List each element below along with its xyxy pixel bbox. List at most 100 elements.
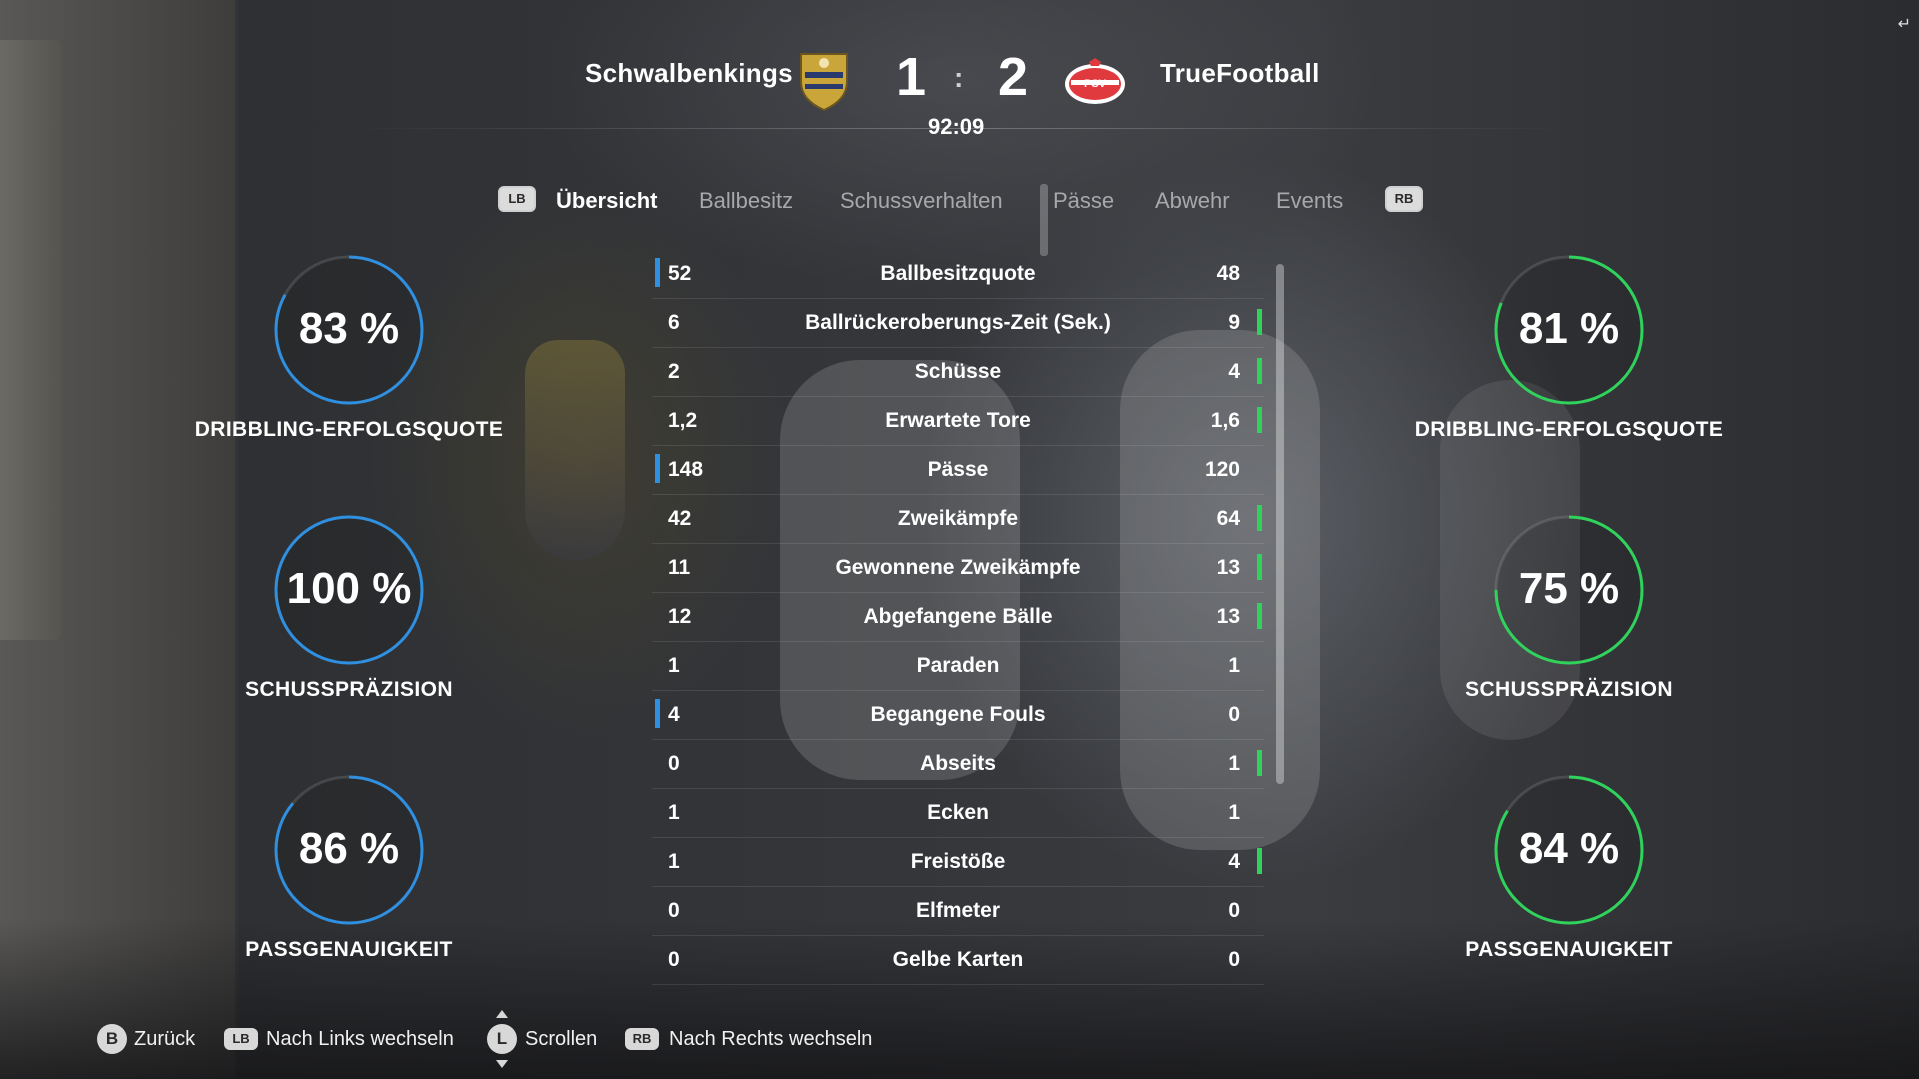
ring-label: SCHUSSPRÄZISION bbox=[1465, 678, 1673, 701]
home-score: 1 bbox=[896, 47, 927, 107]
away-stat-value: 0 bbox=[1228, 899, 1240, 922]
tab-events[interactable]: Events bbox=[1276, 188, 1343, 214]
away-stat-value: 9 bbox=[1228, 311, 1240, 334]
away-stat-value: 0 bbox=[1228, 703, 1240, 726]
stat-row: 1,2 Erwartete Tore 1,6 bbox=[652, 397, 1264, 446]
percentage-ring: 100 % bbox=[271, 512, 427, 668]
tab-schussverhalten[interactable]: Schussverhalten bbox=[840, 188, 1003, 214]
stat-row: 1 Paraden 1 bbox=[652, 642, 1264, 691]
away-leader-bar bbox=[1257, 603, 1262, 629]
stat-row: 4 Begangene Fouls 0 bbox=[652, 691, 1264, 740]
score-separator: : bbox=[954, 62, 964, 93]
lb-button-icon[interactable]: LB bbox=[224, 1028, 258, 1050]
switch-left-hint-label[interactable]: Nach Links wechseln bbox=[266, 1028, 454, 1051]
ring-label: PASSGENAUIGKEIT bbox=[245, 938, 453, 961]
away-leader-bar bbox=[1257, 848, 1262, 874]
ring-percentage: 83 % bbox=[298, 304, 400, 353]
ring-percentage: 75 % bbox=[1518, 564, 1620, 613]
stat-row: 6 Ballrückeroberungs-Zeit (Sek.) 9 bbox=[652, 299, 1264, 348]
away-stat-value: 48 bbox=[1216, 262, 1240, 285]
away-stat-value: 13 bbox=[1216, 605, 1240, 628]
stat-row: 148 Pässe 120 bbox=[652, 446, 1264, 495]
header-divider bbox=[345, 128, 1575, 129]
ring-label: PASSGENAUIGKEIT bbox=[1465, 938, 1673, 961]
stat-row: 52 Ballbesitzquote 48 bbox=[652, 250, 1264, 299]
scroll-hint-label[interactable]: Scrollen bbox=[525, 1028, 597, 1051]
left-stick-icon[interactable]: L bbox=[487, 1024, 517, 1054]
stat-label: Paraden bbox=[916, 654, 1000, 677]
b-button-icon[interactable]: B bbox=[97, 1024, 127, 1054]
away-leader-bar bbox=[1257, 554, 1262, 580]
away-team-name: TrueFootball bbox=[1160, 58, 1320, 88]
psv-crest-text: PSV bbox=[1084, 78, 1107, 90]
match-clock: 92:09 bbox=[928, 114, 985, 139]
away-stat-value: 1 bbox=[1228, 752, 1240, 775]
away-stat-value: 0 bbox=[1228, 948, 1240, 971]
stat-label: Ballrückeroberungs-Zeit (Sek.) bbox=[805, 311, 1111, 334]
psv-crest-icon: PSV bbox=[1063, 56, 1127, 111]
stat-row: 1 Freistöße 4 bbox=[652, 838, 1264, 887]
ring-label: SCHUSSPRÄZISION bbox=[245, 678, 453, 701]
away-leader-bar bbox=[1257, 750, 1262, 776]
away-leader-bar bbox=[1257, 407, 1262, 433]
away-leader-bar bbox=[1257, 309, 1262, 335]
away-stat-value: 1,6 bbox=[1210, 409, 1240, 432]
away-stat-value: 64 bbox=[1216, 507, 1240, 530]
away-stat-value: 1 bbox=[1228, 654, 1240, 677]
stat-label: Ballbesitzquote bbox=[880, 262, 1036, 285]
stat-label: Erwartete Tore bbox=[885, 409, 1031, 432]
away-stat-value: 4 bbox=[1228, 850, 1240, 873]
back-hint-label[interactable]: Zurück bbox=[134, 1028, 195, 1051]
ring-label: DRIBBLING-ERFOLGSQUOTE bbox=[194, 418, 504, 441]
stat-label: Pässe bbox=[927, 458, 989, 481]
away-stat-value: 1 bbox=[1228, 801, 1240, 824]
stats-tab-bar: LB Übersicht Ballbesitz Schussverhalten … bbox=[0, 182, 1919, 256]
switch-right-hint-label[interactable]: Nach Rechts wechseln bbox=[669, 1028, 872, 1051]
percentage-ring: 83 % bbox=[271, 252, 427, 408]
stat-label: Abgefangene Bälle bbox=[863, 605, 1053, 628]
stick-down-arrow-icon bbox=[496, 1060, 508, 1068]
stat-label: Schüsse bbox=[914, 360, 1002, 383]
percentage-ring: 75 % bbox=[1491, 512, 1647, 668]
rb-button-icon[interactable]: RB bbox=[1385, 186, 1423, 212]
away-stat-value: 4 bbox=[1228, 360, 1240, 383]
stat-label: Zweikämpfe bbox=[897, 507, 1019, 530]
stat-label: Ecken bbox=[927, 801, 989, 824]
stat-row: 11 Gewonnene Zweikämpfe 13 bbox=[652, 544, 1264, 593]
home-team-name: Schwalbenkings bbox=[585, 58, 793, 88]
rb-button-icon[interactable]: RB bbox=[625, 1028, 659, 1050]
stats-scrollbar[interactable] bbox=[1276, 264, 1284, 784]
stat-row: 0 Elfmeter 0 bbox=[652, 887, 1264, 936]
stat-label: Elfmeter bbox=[915, 899, 1001, 922]
ring-percentage: 100 % bbox=[286, 564, 412, 613]
stick-up-arrow-icon bbox=[496, 1010, 508, 1018]
stat-label: Freistöße bbox=[910, 850, 1006, 873]
away-leader-bar bbox=[1257, 358, 1262, 384]
button-hints-bar: B Zurück LB Nach Links wechseln L Scroll… bbox=[0, 1010, 1919, 1068]
row-divider bbox=[652, 984, 1264, 985]
tab-uebersicht[interactable]: Übersicht bbox=[556, 188, 657, 214]
stat-label: Abseits bbox=[920, 752, 996, 775]
stat-row: 0 Gelbe Karten 0 bbox=[652, 936, 1264, 985]
tab-paesse[interactable]: Pässe bbox=[1053, 188, 1114, 214]
stat-row: 12 Abgefangene Bälle 13 bbox=[652, 593, 1264, 642]
stat-row: 42 Zweikämpfe 64 bbox=[652, 495, 1264, 544]
ring-percentage: 81 % bbox=[1518, 304, 1620, 353]
corner-return-icon: ↵ bbox=[1897, 16, 1911, 33]
ring-percentage: 86 % bbox=[298, 824, 400, 873]
percentage-ring: 86 % bbox=[271, 772, 427, 928]
tab-divider bbox=[1040, 184, 1048, 256]
stat-row: 0 Abseits 1 bbox=[652, 740, 1264, 789]
percentage-ring: 84 % bbox=[1491, 772, 1647, 928]
lb-button-icon[interactable]: LB bbox=[498, 186, 536, 212]
tab-abwehr[interactable]: Abwehr bbox=[1155, 188, 1230, 214]
stat-row: 2 Schüsse 4 bbox=[652, 348, 1264, 397]
stat-row: 1 Ecken 1 bbox=[652, 789, 1264, 838]
stat-label: Gewonnene Zweikämpfe bbox=[835, 556, 1081, 579]
percentage-ring: 81 % bbox=[1491, 252, 1647, 408]
away-leader-bar bbox=[1257, 505, 1262, 531]
tab-ballbesitz[interactable]: Ballbesitz bbox=[699, 188, 793, 214]
ring-label: DRIBBLING-ERFOLGSQUOTE bbox=[1414, 418, 1724, 441]
away-stat-value: 120 bbox=[1204, 458, 1240, 481]
match-stats-screen: Schwalbenkings 1 : 2 PSV TrueFootball 92… bbox=[0, 0, 1919, 1079]
